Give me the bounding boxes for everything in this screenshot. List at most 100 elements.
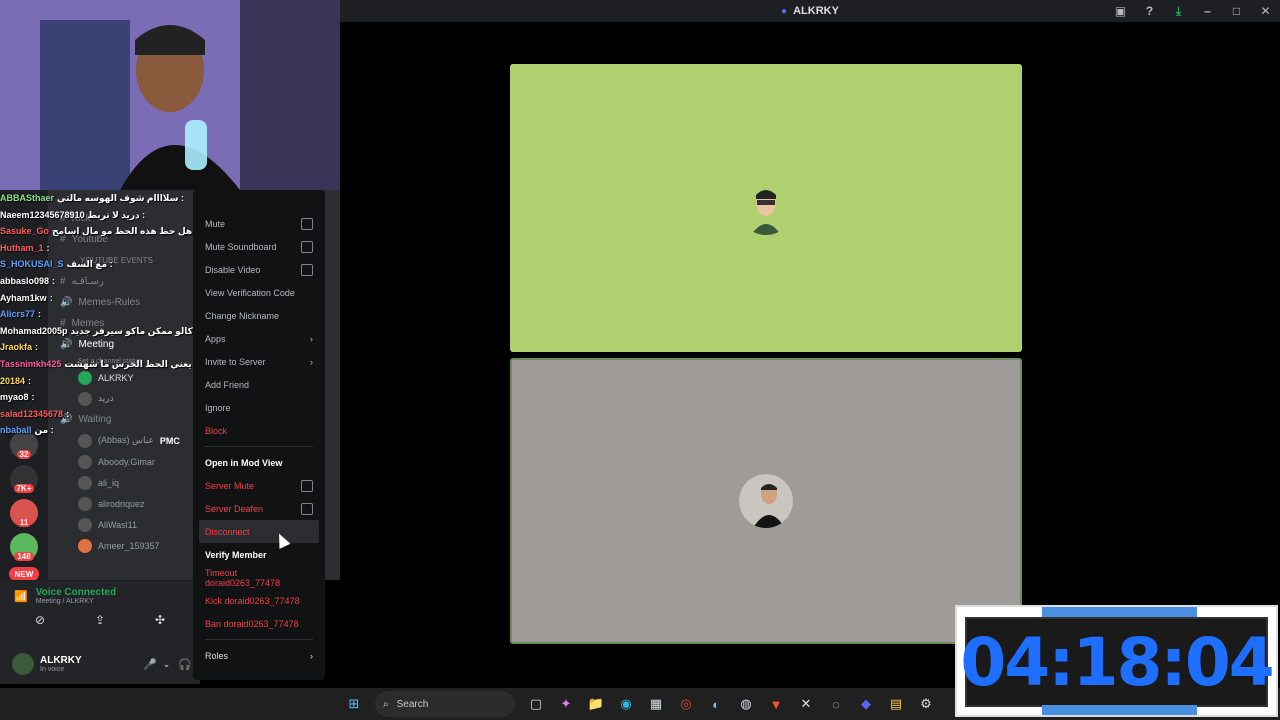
checkbox[interactable]: [301, 479, 313, 492]
chrome-icon[interactable]: ◎: [673, 691, 699, 717]
brave-icon[interactable]: ▼: [763, 691, 789, 717]
copilot-icon[interactable]: ✦: [553, 691, 579, 717]
task-view-icon[interactable]: ▢: [523, 691, 549, 717]
search-icon: ⌕: [383, 698, 389, 710]
timeout-option[interactable]: Timeout doraid0263_77478: [199, 566, 319, 589]
maximize-icon[interactable]: □: [1222, 4, 1251, 18]
chat-username[interactable]: nbaball: [0, 425, 32, 435]
server-mute-option[interactable]: Server Mute: [199, 474, 319, 497]
chat-username[interactable]: salad12345678: [0, 409, 63, 419]
help-icon[interactable]: ?: [1135, 4, 1164, 18]
camera-off-icon[interactable]: ⊘: [35, 613, 45, 627]
chat-text: :: [38, 309, 42, 320]
username: ALKRKY: [40, 655, 82, 666]
kick-option[interactable]: Kick doraid0263_77478: [199, 589, 319, 612]
taskbar-search[interactable]: ⌕ Search: [375, 691, 515, 717]
disable-video-option[interactable]: Disable Video: [199, 258, 319, 281]
chat-username[interactable]: Alicrs77: [0, 309, 35, 319]
inbox-icon[interactable]: ▣: [1106, 4, 1135, 18]
edge-icon[interactable]: ◉: [613, 691, 639, 717]
avatar[interactable]: [12, 653, 34, 675]
participant-avatar[interactable]: [739, 181, 793, 235]
checkbox[interactable]: [301, 217, 313, 230]
voice-location[interactable]: Meeting / ALKRKY: [36, 598, 116, 605]
new-badge[interactable]: NEW: [9, 567, 39, 581]
chat-username[interactable]: abbaslo098: [0, 276, 49, 286]
chat-message: Hutham_1:: [0, 240, 200, 257]
minimize-icon[interactable]: –: [1193, 4, 1222, 18]
chat-username[interactable]: S_HOKUSAI_S: [0, 259, 64, 269]
checkbox[interactable]: [301, 502, 313, 515]
chat-text: كيف يعني الحظ الخرس ما شهشت :: [64, 358, 200, 369]
ban-option[interactable]: Ban doraid0263_77478: [199, 612, 319, 635]
checkbox[interactable]: [301, 263, 313, 276]
server-icon[interactable]: 11: [10, 499, 38, 527]
mute-soundboard-option[interactable]: Mute Soundboard: [199, 235, 319, 258]
store-icon[interactable]: ▦: [643, 691, 669, 717]
apps-option[interactable]: Apps ›: [199, 327, 319, 350]
discord-icon[interactable]: ◆: [853, 691, 879, 717]
unread-badge: 11: [16, 517, 32, 527]
close-icon[interactable]: ✕: [1251, 4, 1280, 18]
invite-option[interactable]: Invite to Server ›: [199, 350, 319, 373]
participant-avatar[interactable]: [739, 474, 793, 528]
microphone-icon[interactable]: 🎤: [143, 658, 157, 671]
chat-message: myao8:: [0, 389, 200, 406]
chat-message: Mohamad2005pمو كم مرة كالو ممكن ماكو سير…: [0, 323, 200, 340]
chat-message: salad12345678:: [0, 406, 200, 423]
server-icon[interactable]: 7K+: [10, 465, 38, 493]
chat-text: :: [46, 242, 50, 253]
disconnect-option[interactable]: Disconnect: [199, 520, 319, 543]
chat-username[interactable]: ABBASthaer: [0, 193, 54, 203]
steam-icon[interactable]: ◐: [703, 691, 729, 717]
user-context-menu: Mute Mute Soundboard Disable Video View …: [193, 190, 325, 680]
view-verification-code-option[interactable]: View Verification Code: [199, 281, 319, 304]
chat-message: Alicrs77:: [0, 306, 200, 323]
stream-timer-overlay: 04:18:04: [955, 605, 1278, 717]
add-friend-option[interactable]: Add Friend: [199, 373, 319, 396]
app-icon[interactable]: ◌: [823, 691, 849, 717]
chat-username[interactable]: Jraokfa: [0, 342, 32, 352]
notes-icon[interactable]: ▤: [883, 691, 909, 717]
chat-username[interactable]: Ayham1kw: [0, 293, 47, 303]
block-option[interactable]: Block: [199, 419, 319, 442]
checkbox[interactable]: [301, 240, 313, 253]
roles-option[interactable]: Roles ›: [199, 644, 319, 667]
verify-member-option[interactable]: Verify Member: [199, 543, 319, 566]
chat-username[interactable]: 20184: [0, 376, 25, 386]
chat-username[interactable]: Naeem12345678910: [0, 210, 85, 220]
participant-tile-speaking[interactable]: [510, 358, 1022, 644]
video-stage: [340, 22, 1280, 688]
timer-value: 04:18:04: [960, 623, 1274, 701]
settings-icon[interactable]: ⚙: [913, 691, 939, 717]
obs-icon[interactable]: ◍: [733, 691, 759, 717]
chat-username[interactable]: Tassnimkh425: [0, 359, 61, 369]
activities-icon[interactable]: ✣: [155, 613, 165, 627]
windows-start-icon[interactable]: ⊞: [341, 691, 367, 717]
chevron-right-icon: ›: [310, 650, 313, 661]
participant-tile[interactable]: [510, 64, 1022, 352]
chat-username[interactable]: Mohamad2005p: [0, 326, 68, 336]
chat-username[interactable]: Hutham_1: [0, 243, 44, 253]
change-nickname-option[interactable]: Change Nickname: [199, 304, 319, 327]
chevron-down-icon[interactable]: ⌄: [163, 659, 171, 670]
mod-view-option[interactable]: Open in Mod View: [199, 451, 319, 474]
download-icon[interactable]: ⤓: [1164, 4, 1193, 19]
file-explorer-icon[interactable]: 📁: [583, 691, 609, 717]
user-panel: ALKRKY In voice 🎤 ⌄ 🎧: [0, 644, 200, 684]
server-icon[interactable]: 148: [10, 533, 38, 561]
ignore-option[interactable]: Ignore: [199, 396, 319, 419]
chat-text: :: [49, 292, 53, 303]
chat-username[interactable]: Sasuke_Go: [0, 226, 49, 236]
headphones-icon[interactable]: 🎧: [178, 658, 192, 671]
screen-share-icon[interactable]: ⇪: [95, 613, 105, 627]
chat-text: :: [66, 408, 70, 419]
mute-option[interactable]: Mute: [199, 212, 319, 235]
chat-message: Naeem12345678910 دريد لا تربط :: [0, 207, 200, 224]
chat-username[interactable]: myao8: [0, 392, 29, 402]
chat-message: Sasuke_Goليش هل حظ هذه الحظ مو مال اسامح…: [0, 223, 200, 240]
chat-text: مع السف :: [66, 259, 113, 270]
chat-text: :: [35, 342, 39, 353]
capcut-icon[interactable]: ✕: [793, 691, 819, 717]
server-deafen-option[interactable]: Server Deafen: [199, 497, 319, 520]
